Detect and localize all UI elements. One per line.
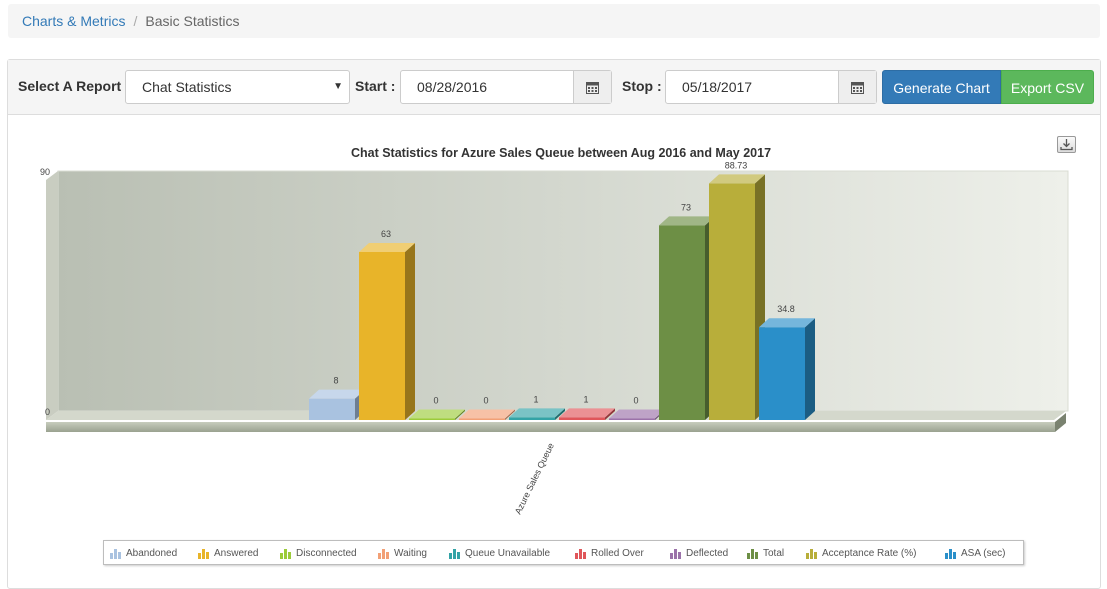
- legend-swatch-icon: [670, 548, 681, 559]
- bar-front: [609, 418, 655, 420]
- bar-front: [459, 418, 505, 420]
- bar-value-label: 73: [681, 202, 691, 212]
- y-tick-label-max: 90: [40, 167, 50, 177]
- bar-value-label: 0: [483, 396, 488, 406]
- legend-item[interactable]: Queue Unavailable: [449, 541, 550, 565]
- legend-swatch-icon: [806, 548, 817, 559]
- legend-label: Answered: [214, 547, 259, 559]
- bar-group: 73: [659, 202, 715, 420]
- bar-value-label: 0: [433, 396, 438, 406]
- chart-floor-front: [46, 422, 1055, 432]
- bar-front: [509, 417, 555, 420]
- legend-item[interactable]: Rolled Over: [575, 541, 644, 565]
- legend-label: Rolled Over: [591, 547, 644, 559]
- bar-group: 88.73: [709, 160, 765, 420]
- bar-front: [659, 225, 705, 420]
- legend-label: Acceptance Rate (%): [822, 547, 917, 559]
- bar-value-label: 88.73: [725, 160, 748, 170]
- legend-item[interactable]: Deflected: [670, 541, 728, 565]
- bar-group: 63: [359, 229, 415, 420]
- bar-front: [759, 327, 805, 420]
- chart-side-wall: [46, 171, 58, 420]
- bar-value-label: 1: [583, 394, 588, 404]
- bar-group: 34.8: [759, 304, 815, 420]
- bar-front: [559, 417, 605, 420]
- legend-item[interactable]: Disconnected: [280, 541, 357, 565]
- bar-value-label: 63: [381, 229, 391, 239]
- legend-swatch-icon: [110, 548, 121, 559]
- legend-swatch-icon: [747, 548, 758, 559]
- legend-swatch-icon: [449, 548, 460, 559]
- y-tick-label-min: 0: [45, 407, 50, 417]
- bar-value-label: 8: [333, 376, 338, 386]
- chart-area: 90 0 8 63 0 0 1 1 0 73 88.73 34.8 Azure Sales Que…: [40, 160, 1069, 516]
- chart-back-wall: [58, 171, 1068, 411]
- bar-side: [405, 243, 415, 420]
- legend-item[interactable]: Waiting: [378, 541, 427, 565]
- legend-item[interactable]: Answered: [198, 541, 258, 565]
- legend-item[interactable]: Abandoned: [110, 541, 177, 565]
- bar-value-label: 34.8: [777, 304, 795, 314]
- bar-front: [709, 183, 755, 420]
- bar-front: [409, 418, 455, 420]
- legend-swatch-icon: [198, 548, 209, 559]
- legend-label: Waiting: [394, 547, 427, 559]
- bar-side: [805, 318, 815, 420]
- x-category-label: Azure Sales Queue: [513, 441, 556, 516]
- legend-item[interactable]: Acceptance Rate (%): [806, 541, 917, 565]
- bar-front: [359, 252, 405, 420]
- bar-front: [309, 398, 355, 420]
- legend-label: Abandoned: [126, 547, 178, 559]
- chart-legend: Abandoned Answered Disconnected Waiting Queu…: [103, 540, 1024, 565]
- legend-label: ASA (sec): [961, 547, 1006, 559]
- legend-item[interactable]: Total: [747, 541, 784, 565]
- legend-swatch-icon: [575, 548, 586, 559]
- legend-label: Disconnected: [296, 547, 357, 559]
- legend-label: Total: [763, 547, 785, 559]
- legend-label: Deflected: [686, 547, 729, 559]
- bar-value-label: 0: [633, 396, 638, 406]
- legend-swatch-icon: [280, 548, 291, 559]
- legend-swatch-icon: [945, 548, 956, 559]
- legend-swatch-icon: [378, 548, 389, 559]
- legend-label: Queue Unavailable: [465, 547, 551, 559]
- legend-item[interactable]: ASA (sec): [945, 541, 1005, 565]
- bar-value-label: 1: [533, 394, 538, 404]
